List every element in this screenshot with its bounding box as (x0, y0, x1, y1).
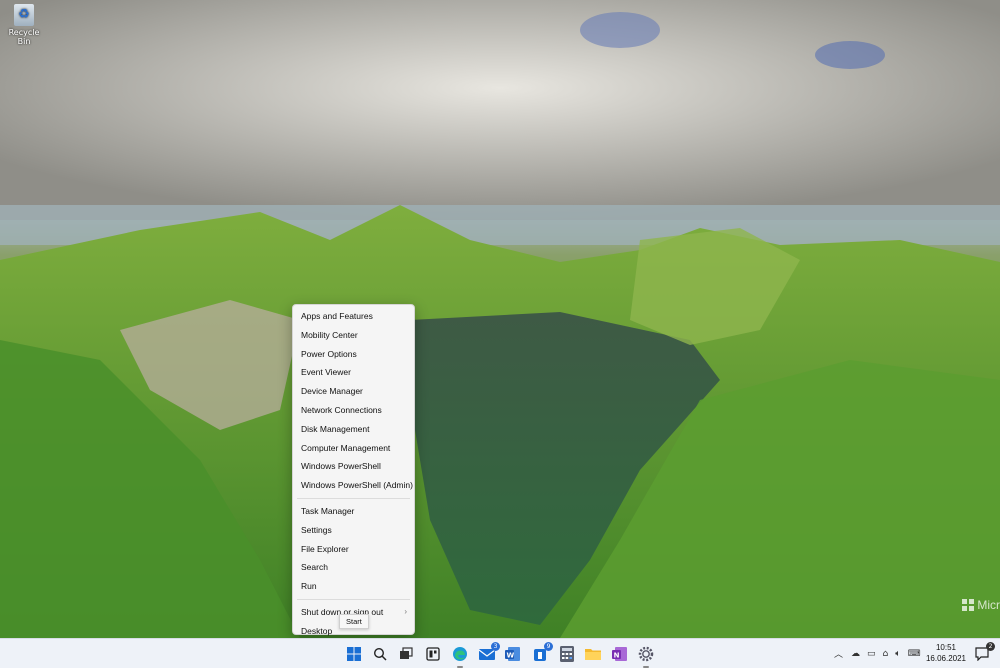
menu-item-mobility-center[interactable]: Mobility Center (293, 326, 414, 345)
menu-item-computer-management[interactable]: Computer Management (293, 439, 414, 458)
menu-item-windows-powershell[interactable]: Windows PowerShell (293, 457, 414, 476)
battery-icon[interactable]: ▭ (867, 649, 876, 659)
system-tray: ︿ ☁ ▭ ⌂ 🔈︎ ⌨ (834, 639, 921, 668)
chevron-up-icon[interactable]: ︿ (834, 647, 843, 660)
menu-item-device-manager[interactable]: Device Manager (293, 382, 414, 401)
calculator-icon[interactable] (557, 644, 577, 664)
volume-icon[interactable]: 🔈︎ (895, 649, 900, 659)
menu-item-file-explorer[interactable]: File Explorer (293, 540, 414, 559)
notification-badge: 2 (986, 642, 995, 651)
network-icon[interactable]: ⌂ (883, 649, 889, 659)
menu-item-settings[interactable]: Settings (293, 521, 414, 540)
desktop: ♻ Recycle Bin Micr (0, 0, 1000, 638)
task-view-icon[interactable] (396, 644, 416, 664)
word-icon[interactable]: W (503, 644, 523, 664)
windows-start-icon[interactable] (344, 644, 364, 664)
start-tooltip: Start (339, 614, 369, 629)
clock-time: 10:51 (935, 643, 957, 652)
notification-icon[interactable]: 2 (972, 642, 995, 664)
clock-date: 16.06.2021 (925, 654, 967, 663)
clock[interactable]: 10:51 16.06.2021 (925, 642, 967, 664)
mail-badge: 3 (491, 642, 500, 651)
search-icon[interactable] (370, 644, 390, 664)
file-explorer-icon[interactable] (583, 644, 603, 664)
menu-separator (297, 497, 410, 499)
wallpaper (0, 0, 1000, 638)
recycle-bin-shortcut[interactable]: ♻ Recycle Bin (4, 4, 44, 46)
chevron-right-icon: › (404, 606, 407, 616)
svg-text:W: W (507, 652, 515, 660)
microsoft-logo-icon (962, 599, 975, 611)
menu-item-apps-and-features[interactable]: Apps and Features (293, 307, 414, 326)
taskbar: 3 W 9 N ︿ ☁ ▭ ⌂ 🔈︎ ⌨ 10:51 16.06.2021 2 (0, 638, 1000, 668)
teams-icon[interactable]: 9 (530, 642, 553, 664)
edge-icon[interactable] (450, 644, 470, 668)
widgets-icon[interactable] (423, 644, 443, 664)
menu-separator (297, 598, 410, 600)
onedrive-icon[interactable]: ☁ (851, 649, 860, 659)
menu-item-network-connections[interactable]: Network Connections (293, 401, 414, 420)
menu-item-run[interactable]: Run (293, 577, 414, 596)
menu-item-disk-management[interactable]: Disk Management (293, 420, 414, 439)
onenote-icon[interactable]: N (610, 644, 630, 664)
settings-icon[interactable] (636, 644, 656, 668)
menu-item-power-options[interactable]: Power Options (293, 345, 414, 364)
microsoft-watermark: Micr (962, 598, 1000, 612)
keyboard-icon[interactable]: ⌨ (908, 649, 921, 659)
winx-context-menu: Apps and Features Mobility Center Power … (292, 304, 415, 636)
recycle-bin-label: Recycle Bin (8, 28, 40, 46)
recycle-bin-icon: ♻ (14, 4, 34, 26)
menu-item-windows-powershell-admin[interactable]: Windows PowerShell (Admin) (293, 476, 414, 495)
menu-item-search[interactable]: Search (293, 558, 414, 577)
menu-item-event-viewer[interactable]: Event Viewer (293, 363, 414, 382)
mail-icon[interactable]: 3 (477, 642, 500, 664)
teams-badge: 9 (544, 642, 553, 651)
svg-text:N: N (614, 652, 620, 660)
menu-item-task-manager[interactable]: Task Manager (293, 502, 414, 521)
